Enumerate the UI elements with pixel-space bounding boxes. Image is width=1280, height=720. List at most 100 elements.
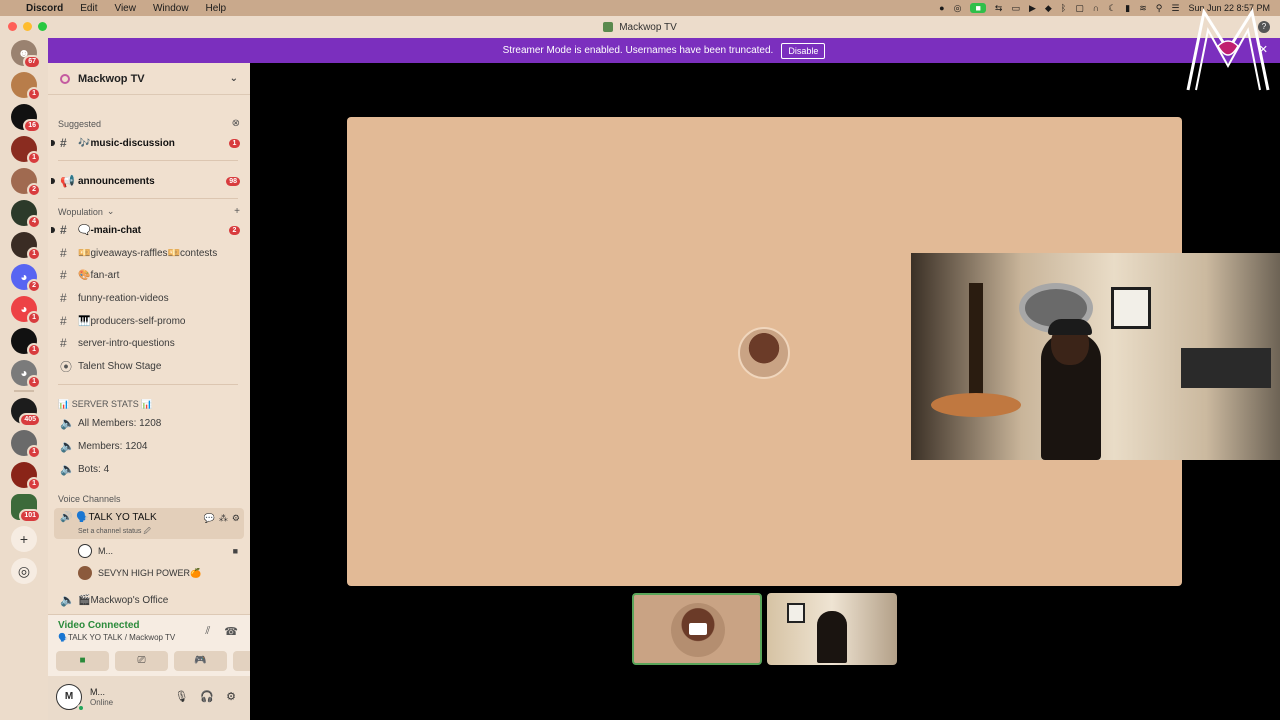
screen-share-button[interactable]: ⎚ xyxy=(115,651,168,671)
connection-location[interactable]: 🗣️TALK YO TALK / Mackwop TV xyxy=(58,633,175,642)
add-server-icon[interactable]: + xyxy=(11,526,37,552)
menu-app-name[interactable]: Discord xyxy=(26,3,63,14)
audio-icon[interactable]: ⇆ xyxy=(995,3,1003,14)
category-suggested[interactable]: Suggested ⊗ xyxy=(58,118,240,129)
set-channel-status[interactable]: Set a channel status 🖉 xyxy=(78,527,151,538)
participant-thumbnail[interactable] xyxy=(632,593,762,665)
minimize-window-button[interactable] xyxy=(23,22,32,31)
server-icon-active[interactable]: 101 xyxy=(11,494,41,523)
compass-icon[interactable]: ◎ xyxy=(11,558,37,584)
channel-name: funny-reation-videos xyxy=(78,292,169,304)
discord-server-icon[interactable]: ◕ 1 xyxy=(11,360,41,389)
channel-intro-questions[interactable]: # server-intro-questions xyxy=(54,333,244,353)
record-icon[interactable]: ● xyxy=(939,3,944,13)
server-icon[interactable]: 1 xyxy=(11,72,41,101)
invite-icon[interactable]: ⁂ xyxy=(219,513,228,524)
channel-funny-videos[interactable]: # funny-reation-videos xyxy=(54,288,244,308)
desk-shape xyxy=(1181,348,1271,388)
channel-name: 🎨fan-art xyxy=(78,269,120,281)
category-wopulation[interactable]: Wopulation ⌄ + xyxy=(58,206,240,217)
channel-fan-art[interactable]: # 🎨fan-art xyxy=(54,265,244,285)
voice-channel-talk-yo-talk[interactable]: 🔊 🗣️TALK YO TALK Set a channel status 🖉 … xyxy=(54,508,244,539)
avatar xyxy=(78,566,92,580)
menu-help[interactable]: Help xyxy=(206,3,227,14)
channel-talent-show-stage[interactable]: ⦿ Talent Show Stage xyxy=(54,356,244,376)
activity-button[interactable]: 🎮 xyxy=(174,651,227,671)
disable-streamer-mode-button[interactable]: Disable xyxy=(781,42,826,59)
zoom-window-button[interactable] xyxy=(38,22,47,31)
category-label: Wopulation xyxy=(58,206,103,217)
camera-active-icon[interactable]: ■ xyxy=(970,3,986,13)
disconnect-icon[interactable]: ☎ xyxy=(224,625,238,638)
server-icon[interactable]: 405 xyxy=(11,398,41,427)
channel-music-discussion[interactable]: # 🎶music-discussion 1 xyxy=(51,133,244,153)
camera-button[interactable]: ■ xyxy=(56,651,109,671)
banner-text: Streamer Mode is enabled. Usernames have… xyxy=(502,45,774,56)
sync-icon[interactable]: ◎ xyxy=(954,3,962,14)
channel-main-chat[interactable]: # 🗨️-main-chat 2 xyxy=(51,220,244,240)
wall-frame-shape xyxy=(1111,287,1151,329)
menu-view[interactable]: View xyxy=(114,3,136,14)
vpn-icon[interactable]: ◆ xyxy=(1045,3,1052,14)
screen-icon[interactable]: ▭ xyxy=(1011,3,1020,14)
server-icon[interactable]: 1 xyxy=(11,328,41,357)
channel-giveaways[interactable]: # 💴giveaways-raffles💴contests xyxy=(54,243,244,263)
menu-window[interactable]: Window xyxy=(153,3,189,14)
stage-manager-icon[interactable]: ▢ xyxy=(1075,3,1084,14)
server-header[interactable]: Mackwop TV ⌄ xyxy=(48,63,250,95)
hash-icon: # xyxy=(60,314,67,328)
category-server-stats[interactable]: 📊 SERVER STATS 📊 xyxy=(58,399,240,410)
video-stage xyxy=(250,63,1280,720)
category-label: Suggested xyxy=(58,118,102,129)
headphones-icon[interactable]: 🎧 xyxy=(200,690,214,703)
connection-status[interactable]: Video Connected xyxy=(58,620,140,631)
discord-server-icon[interactable]: ◕ 2 xyxy=(11,264,41,293)
microphone-icon[interactable]: 🎙 xyxy=(174,690,188,703)
server-icon[interactable]: 1 xyxy=(11,232,41,261)
spotlight-icon[interactable]: ⚲ xyxy=(1156,3,1163,14)
server-icon[interactable]: 2 xyxy=(11,168,41,197)
voice-member[interactable]: M... ■ xyxy=(78,542,238,560)
noise-suppression-icon[interactable]: ⫽ xyxy=(205,625,210,638)
create-channel-icon[interactable]: + xyxy=(234,206,240,217)
gear-icon[interactable]: ⚙ xyxy=(226,690,236,703)
dismiss-icon[interactable]: ⊗ xyxy=(232,118,240,129)
server-icon[interactable]: 1 xyxy=(11,462,41,491)
discord-server-icon[interactable]: ◕ 1 xyxy=(11,296,41,325)
wifi-icon[interactable]: ≋ xyxy=(1139,3,1147,14)
unread-badge: 1 xyxy=(27,151,41,165)
voice-channel-office[interactable]: 🔈 🎬Mackwop's Office xyxy=(54,590,244,610)
gear-icon[interactable]: ⚙ xyxy=(232,513,240,524)
menu-edit[interactable]: Edit xyxy=(80,3,97,14)
server-icon[interactable]: 1 xyxy=(11,430,41,459)
server-icon[interactable]: 16 xyxy=(11,104,41,133)
play-icon[interactable]: ▶ xyxy=(1029,3,1036,14)
control-center-icon[interactable]: ☰ xyxy=(1171,3,1179,14)
unread-indicator xyxy=(51,178,55,184)
channel-producers[interactable]: # 🎹producers-self-promo xyxy=(54,311,244,331)
hash-icon: # xyxy=(60,291,67,305)
speaker-icon: 🔊 xyxy=(60,512,73,523)
moon-icon[interactable]: ☾ xyxy=(1108,3,1116,14)
connection-actions: ⫽ ☎ xyxy=(205,625,238,638)
headphones-icon[interactable]: ∩ xyxy=(1093,3,1099,13)
mackwop-logo-icon xyxy=(1186,8,1270,91)
unread-badge: 4 xyxy=(27,215,41,229)
channel-bots[interactable]: 🔈 Bots: 4 xyxy=(54,459,244,479)
channel-announcements[interactable]: 📢 announcements 98 xyxy=(51,171,244,191)
chat-bubble-icon[interactable]: 💬 xyxy=(204,513,215,524)
battery-icon[interactable]: ▮ xyxy=(1125,3,1130,14)
voice-member[interactable]: SEVYN HIGH POWER🍊 xyxy=(78,564,238,582)
channel-members[interactable]: 🔈 Members: 1204 xyxy=(54,436,244,456)
close-window-button[interactable] xyxy=(8,22,17,31)
server-icon[interactable]: 1 xyxy=(11,136,41,165)
category-voice-channels[interactable]: Voice Channels xyxy=(58,494,240,504)
direct-messages-button[interactable]: ☻ 67 xyxy=(11,40,41,69)
user-name[interactable]: M... xyxy=(90,687,105,697)
chevron-down-icon[interactable]: ⌄ xyxy=(230,73,238,84)
channel-all-members[interactable]: 🔈 All Members: 1208 xyxy=(54,413,244,433)
channel-name: All Members: 1208 xyxy=(78,417,162,429)
server-icon[interactable]: 4 xyxy=(11,200,41,229)
bluetooth-icon[interactable]: ᛒ xyxy=(1061,3,1066,13)
participant-thumbnail[interactable] xyxy=(767,593,897,665)
